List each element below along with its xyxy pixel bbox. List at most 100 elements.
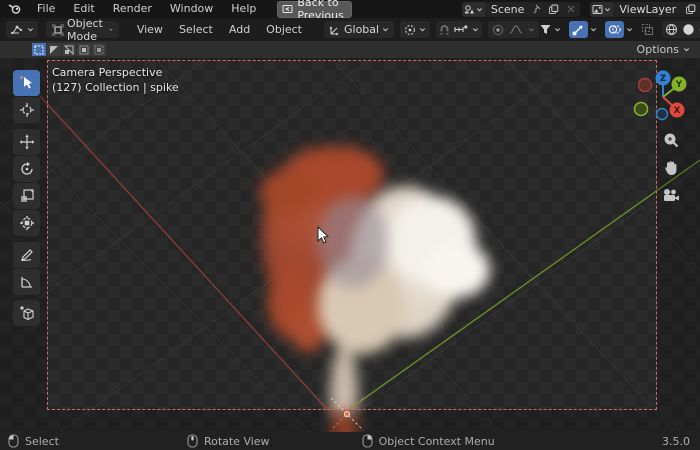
close-icon[interactable]: [562, 5, 580, 13]
menu-window[interactable]: Window: [161, 0, 222, 18]
filter-funnel-icon: [539, 23, 552, 36]
snapping-controls: [436, 21, 483, 38]
xray-toggle[interactable]: [641, 23, 654, 36]
show-gizmo-toggle[interactable]: [569, 21, 589, 38]
navigation-axis-gizmo[interactable]: Z Y X: [632, 66, 696, 130]
zoom-button[interactable]: [661, 130, 681, 150]
viewlayer-browse-button[interactable]: [590, 1, 614, 17]
blender-window: File Edit Render Window Help Back to Pre…: [0, 0, 700, 450]
back-to-previous-button[interactable]: Back to Previous: [277, 0, 352, 22]
mouse-cursor: [317, 226, 330, 244]
camera-view-button[interactable]: [661, 185, 681, 205]
editor-3d-viewport-icon: [10, 24, 24, 36]
chevron-down-icon: [683, 48, 690, 52]
menu-render[interactable]: Render: [104, 0, 161, 18]
tool-transform[interactable]: [13, 210, 40, 236]
tool-move[interactable]: [13, 129, 40, 155]
back-icon: [282, 4, 293, 14]
proportional-editing-icon[interactable]: [492, 24, 504, 36]
viewlayer-name[interactable]: ViewLayer: [613, 3, 682, 16]
mode-dropdown[interactable]: Object Mode: [46, 17, 119, 43]
menu-view[interactable]: View: [129, 23, 171, 36]
view-object-types-dropdown[interactable]: [539, 23, 561, 36]
select-mode-extend[interactable]: [47, 43, 61, 56]
tool-measure[interactable]: [13, 269, 40, 295]
axis-negative-z-ball: [655, 107, 669, 121]
falloff-curve-icon[interactable]: [509, 24, 523, 35]
viewport-3d[interactable]: Camera Perspective (127) Collection | sp…: [0, 58, 700, 432]
pin-icon[interactable]: [530, 4, 545, 14]
view-name-overlay: Camera Perspective: [52, 66, 163, 79]
chevron-down-icon[interactable]: [472, 26, 479, 33]
transform-orientation-dropdown[interactable]: Global: [324, 21, 395, 38]
topbar: File Edit Render Window Help Back to Pre…: [0, 0, 700, 22]
move-icon: [19, 134, 34, 150]
tool-annotate[interactable]: [13, 242, 40, 268]
options-label: Options: [636, 43, 679, 56]
options-dropdown[interactable]: Options: [637, 43, 690, 56]
menu-select[interactable]: Select: [171, 23, 221, 36]
camera-frame-border: [47, 60, 657, 410]
annotate-pencil-icon: [20, 249, 33, 261]
snap-magnet-icon[interactable]: [439, 24, 450, 36]
pivot-point-dropdown[interactable]: [400, 21, 431, 38]
select-mode-intersect[interactable]: [92, 43, 106, 56]
shading-wireframe-icon[interactable]: [665, 23, 678, 36]
duplicate-icon[interactable]: [682, 4, 699, 15]
show-overlays-toggle[interactable]: [605, 21, 625, 38]
transform-icon: [19, 215, 34, 231]
object-mode-icon: [52, 24, 64, 36]
tool-scale[interactable]: [13, 183, 40, 209]
tool-cursor[interactable]: [13, 97, 40, 123]
editor-type-button[interactable]: [6, 21, 38, 38]
camera-view-icon: [664, 188, 679, 201]
duplicate-icon[interactable]: [545, 4, 562, 15]
rotate-icon: [20, 162, 33, 175]
orientation-global-icon: [329, 24, 341, 36]
chevron-down-icon[interactable]: [528, 26, 535, 33]
axis-negative-y-ball: [633, 101, 649, 117]
tool-select-box[interactable]: [13, 70, 40, 96]
chevron-down-icon: [604, 6, 611, 13]
select-mode-subtract[interactable]: [62, 43, 76, 56]
pivot-point-icon: [404, 24, 416, 36]
blender-version: 3.5.0: [662, 434, 690, 448]
axis-negative-x-ball: [637, 77, 653, 93]
axis-z-label: Z: [660, 74, 666, 84]
cursor-3d-icon: [19, 103, 34, 117]
snap-target-icon[interactable]: [454, 24, 468, 35]
add-cube-icon: [19, 306, 34, 321]
tool-add-cube[interactable]: [13, 300, 40, 326]
object-origin-widget[interactable]: [327, 394, 367, 432]
scale-icon: [20, 189, 34, 202]
menu-file[interactable]: File: [28, 0, 64, 18]
menu-help[interactable]: Help: [222, 0, 265, 18]
scene-browse-button[interactable]: [461, 1, 485, 17]
select-mode-invert[interactable]: [77, 43, 91, 56]
scene-name[interactable]: Scene: [485, 3, 531, 16]
scene-selector: Scene: [461, 1, 581, 17]
menu-object[interactable]: Object: [258, 23, 310, 36]
orientation-label: Global: [344, 23, 380, 36]
chevron-down-icon[interactable]: [590, 26, 597, 33]
statusbar: Select Rotate View Object Context Menu 3…: [0, 432, 700, 450]
menu-edit[interactable]: Edit: [64, 0, 103, 18]
shading-mode-group: [662, 21, 700, 38]
blender-logo-icon[interactable]: [0, 3, 28, 15]
proportional-editing-controls: [488, 21, 540, 38]
chevron-down-icon: [383, 28, 389, 32]
select-mode-set[interactable]: [32, 43, 46, 56]
pan-button[interactable]: [661, 157, 681, 177]
pan-hand-icon: [665, 160, 677, 175]
active-object-overlay: (127) Collection | spike: [52, 81, 179, 94]
tool-settings-bar: Options: [0, 41, 700, 58]
statusbar-rotate-label: Rotate View: [203, 434, 270, 448]
chevron-down-icon[interactable]: [626, 26, 633, 33]
shading-solid-icon[interactable]: [682, 23, 695, 36]
menu-add[interactable]: Add: [221, 23, 258, 36]
viewlayer-selector: ViewLayer: [590, 1, 700, 17]
axis-y-label: Y: [675, 80, 683, 90]
overlays-icon: [608, 25, 621, 34]
tool-rotate[interactable]: [13, 156, 40, 182]
viewlayer-icon: [592, 4, 603, 15]
